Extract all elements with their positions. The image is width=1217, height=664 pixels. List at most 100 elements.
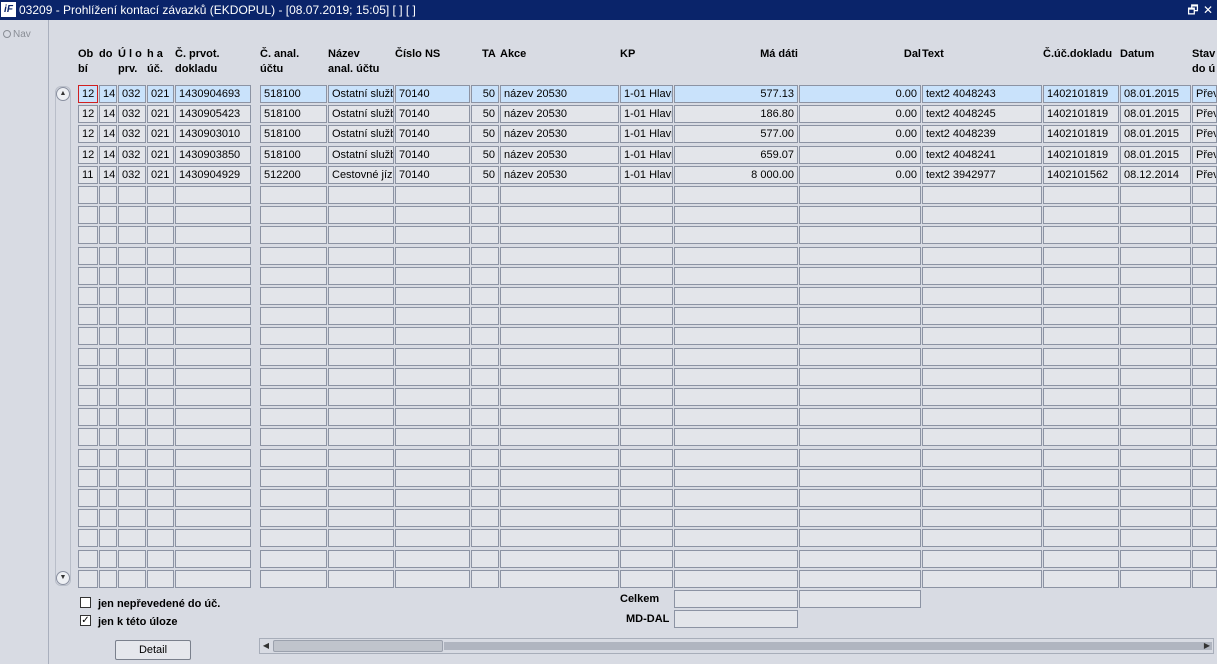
cell-do[interactable] bbox=[99, 428, 117, 446]
cell-ulo[interactable] bbox=[118, 206, 146, 224]
cell-prvot[interactable] bbox=[175, 529, 251, 547]
cell-akce[interactable] bbox=[500, 226, 619, 244]
cell-ha[interactable]: 021 bbox=[147, 105, 174, 123]
cell-anal[interactable]: 518100 bbox=[260, 125, 327, 143]
cell-ulo[interactable] bbox=[118, 529, 146, 547]
checkbox-uloha[interactable]: ✓ bbox=[80, 615, 91, 626]
cell-kp[interactable] bbox=[620, 327, 673, 345]
cell-stav[interactable] bbox=[1192, 307, 1217, 325]
cell-ucdokl[interactable]: 1402101819 bbox=[1043, 85, 1119, 103]
cell-ns[interactable] bbox=[395, 489, 470, 507]
cell-md[interactable] bbox=[674, 570, 798, 588]
cell-ta[interactable] bbox=[471, 489, 499, 507]
cell-ulo[interactable] bbox=[118, 348, 146, 366]
cell-ha[interactable] bbox=[147, 550, 174, 568]
cell-do[interactable] bbox=[99, 267, 117, 285]
cell-md[interactable]: 577.13 bbox=[674, 85, 798, 103]
cell-ta[interactable] bbox=[471, 388, 499, 406]
cell-kp[interactable] bbox=[620, 287, 673, 305]
cell-text[interactable] bbox=[922, 226, 1042, 244]
cell-ns[interactable]: 70140 bbox=[395, 105, 470, 123]
cell-dal[interactable] bbox=[799, 428, 921, 446]
cell-obdobi[interactable] bbox=[78, 529, 98, 547]
cell-ulo[interactable] bbox=[118, 509, 146, 527]
cell-stav[interactable] bbox=[1192, 469, 1217, 487]
cell-md[interactable] bbox=[674, 186, 798, 204]
scroll-up-icon[interactable]: ▲ bbox=[56, 87, 70, 101]
cell-datum[interactable] bbox=[1120, 529, 1191, 547]
cell-md[interactable] bbox=[674, 327, 798, 345]
cell-obdobi[interactable] bbox=[78, 368, 98, 386]
cell-ns[interactable]: 70140 bbox=[395, 166, 470, 184]
cell-kp[interactable] bbox=[620, 388, 673, 406]
cell-ucdokl[interactable] bbox=[1043, 368, 1119, 386]
cell-stav[interactable] bbox=[1192, 550, 1217, 568]
cell-ucdokl[interactable] bbox=[1043, 469, 1119, 487]
cell-nazev[interactable] bbox=[328, 186, 394, 204]
cell-ha[interactable] bbox=[147, 226, 174, 244]
cell-datum[interactable] bbox=[1120, 327, 1191, 345]
cell-anal[interactable] bbox=[260, 550, 327, 568]
cell-dal[interactable]: 0.00 bbox=[799, 146, 921, 164]
cell-ulo[interactable] bbox=[118, 287, 146, 305]
cell-ulo[interactable] bbox=[118, 368, 146, 386]
cell-md[interactable] bbox=[674, 469, 798, 487]
cell-datum[interactable]: 08.01.2015 bbox=[1120, 85, 1191, 103]
vertical-scrollbar[interactable]: ▲ ▼ bbox=[55, 86, 71, 586]
cell-ns[interactable] bbox=[395, 287, 470, 305]
cell-datum[interactable] bbox=[1120, 307, 1191, 325]
cell-obdobi[interactable] bbox=[78, 408, 98, 426]
cell-obdobi[interactable] bbox=[78, 307, 98, 325]
horizontal-scrollbar[interactable]: ◀ ▶ bbox=[259, 638, 1214, 654]
cell-ulo[interactable] bbox=[118, 428, 146, 446]
cell-ulo[interactable] bbox=[118, 469, 146, 487]
cell-prvot[interactable] bbox=[175, 368, 251, 386]
cell-nazev[interactable] bbox=[328, 509, 394, 527]
cell-ha[interactable] bbox=[147, 287, 174, 305]
cell-ha[interactable] bbox=[147, 348, 174, 366]
cell-ucdokl[interactable] bbox=[1043, 206, 1119, 224]
cell-datum[interactable] bbox=[1120, 570, 1191, 588]
cell-ulo[interactable] bbox=[118, 449, 146, 467]
cell-nazev[interactable] bbox=[328, 570, 394, 588]
cell-text[interactable] bbox=[922, 428, 1042, 446]
cell-datum[interactable] bbox=[1120, 287, 1191, 305]
cell-do[interactable] bbox=[99, 529, 117, 547]
cell-akce[interactable] bbox=[500, 267, 619, 285]
cell-md[interactable] bbox=[674, 408, 798, 426]
cell-ucdokl[interactable] bbox=[1043, 428, 1119, 446]
cell-kp[interactable] bbox=[620, 449, 673, 467]
cell-dal[interactable] bbox=[799, 388, 921, 406]
cell-akce[interactable] bbox=[500, 368, 619, 386]
cell-prvot[interactable]: 1430903010 bbox=[175, 125, 251, 143]
cell-ucdokl[interactable]: 1402101819 bbox=[1043, 146, 1119, 164]
cell-do[interactable]: 14 bbox=[99, 146, 117, 164]
cell-dal[interactable] bbox=[799, 408, 921, 426]
cell-ulo[interactable] bbox=[118, 570, 146, 588]
cell-anal[interactable] bbox=[260, 307, 327, 325]
cell-nazev[interactable] bbox=[328, 428, 394, 446]
cell-md[interactable] bbox=[674, 307, 798, 325]
cell-ns[interactable] bbox=[395, 327, 470, 345]
cell-do[interactable] bbox=[99, 287, 117, 305]
cell-ta[interactable] bbox=[471, 327, 499, 345]
cell-md[interactable] bbox=[674, 287, 798, 305]
cell-nazev[interactable] bbox=[328, 307, 394, 325]
cell-stav[interactable] bbox=[1192, 509, 1217, 527]
cell-datum[interactable]: 08.01.2015 bbox=[1120, 105, 1191, 123]
cell-ns[interactable] bbox=[395, 469, 470, 487]
cell-text[interactable] bbox=[922, 570, 1042, 588]
cell-stav[interactable] bbox=[1192, 186, 1217, 204]
cell-ucdokl[interactable] bbox=[1043, 287, 1119, 305]
cell-dal[interactable] bbox=[799, 570, 921, 588]
cell-kp[interactable] bbox=[620, 469, 673, 487]
cell-anal[interactable] bbox=[260, 287, 327, 305]
cell-ha[interactable] bbox=[147, 408, 174, 426]
cell-ha[interactable] bbox=[147, 327, 174, 345]
cell-md[interactable]: 577.00 bbox=[674, 125, 798, 143]
cell-text[interactable] bbox=[922, 408, 1042, 426]
cell-ta[interactable] bbox=[471, 247, 499, 265]
cell-do[interactable]: 14 bbox=[99, 166, 117, 184]
cell-datum[interactable] bbox=[1120, 489, 1191, 507]
cell-ha[interactable]: 021 bbox=[147, 146, 174, 164]
